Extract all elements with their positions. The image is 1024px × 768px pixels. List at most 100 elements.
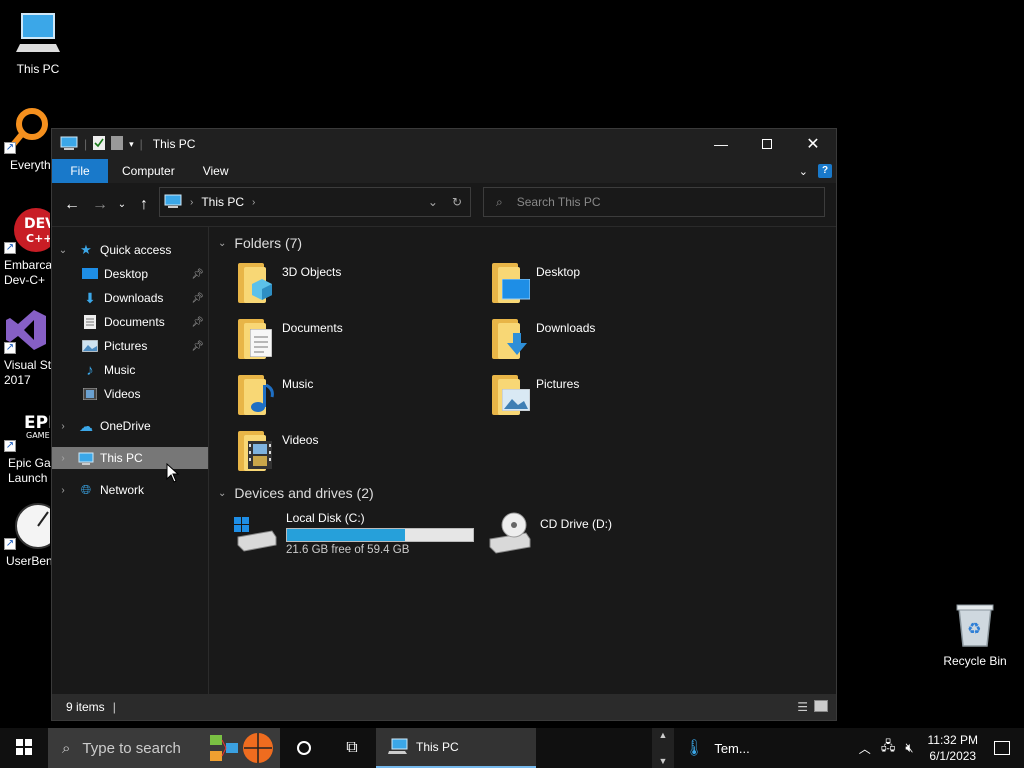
folder-music[interactable]: Music	[236, 373, 476, 423]
desktop-icon-epic-games[interactable]: EPICGAMES ↗ Epic Gar Launch	[0, 404, 52, 486]
cortana-button[interactable]	[280, 728, 328, 768]
nav-desktop[interactable]: Desktop 📌︎	[52, 263, 208, 285]
desktop-icon-label: Epic Gar Launch	[8, 456, 52, 485]
large-icons-view-icon[interactable]	[814, 700, 828, 712]
maximize-button[interactable]	[744, 129, 790, 159]
status-bar: 9 items | ☰	[52, 694, 836, 720]
breadcrumb-separator-icon[interactable]: ›	[252, 197, 255, 208]
desktop-icon-label: Recycle Bin	[943, 654, 1007, 668]
scroll-down-icon[interactable]: ▼	[659, 756, 668, 766]
nav-label: Pictures	[104, 339, 148, 353]
help-icon[interactable]: ?	[818, 164, 832, 178]
recent-locations-button[interactable]: ⌄	[114, 199, 130, 210]
maximize-icon	[762, 139, 772, 149]
drive-d[interactable]: CD Drive (D:)	[486, 511, 612, 563]
search-box[interactable]: ⌕ Search This PC	[483, 187, 825, 217]
nav-onedrive[interactable]: › ☁ OneDrive	[52, 415, 208, 437]
nav-label: Documents	[104, 315, 165, 329]
desktop-icon-recycle-bin[interactable]: ♻ Recycle Bin	[937, 602, 1013, 669]
folders-group-header[interactable]: ⌄ Folders (7)	[218, 235, 302, 251]
folder-documents[interactable]: Documents	[236, 317, 476, 367]
title-bar[interactable]: | ▾ | This PC — ✕	[52, 129, 836, 159]
desktop-icon-dev-cpp[interactable]: DEVC++ ↗ Embarca Dev-C+	[0, 206, 52, 288]
refresh-icon[interactable]: ↻	[452, 195, 462, 209]
collapsed-chevron-icon[interactable]: ›	[56, 453, 70, 464]
drive-name: CD Drive (D:)	[540, 517, 612, 531]
forward-button[interactable]: →	[86, 196, 114, 214]
nav-quick-access[interactable]: ⌄ ★ Quick access	[52, 239, 208, 261]
address-history-chevron-icon[interactable]: ⌄	[428, 195, 438, 209]
task-view-button[interactable]: ⧉	[328, 728, 376, 768]
notification-center-button[interactable]	[988, 741, 1016, 755]
visual-studio-icon: ↗	[2, 306, 50, 354]
network-icon[interactable]: 🖧︎	[881, 737, 896, 759]
videos-folder-icon	[236, 429, 276, 473]
nav-network[interactable]: › 🌐︎ Network	[52, 479, 208, 501]
desktop-icon-label: UserBenc	[6, 554, 52, 568]
nav-documents[interactable]: Documents 📌︎	[52, 311, 208, 333]
taskbar-scroll[interactable]: ▲ ▼	[652, 728, 674, 768]
nav-this-pc[interactable]: › This PC	[52, 447, 208, 469]
taskbar-search-box[interactable]: ⌕ Type to search	[48, 728, 280, 768]
expand-ribbon-chevron-icon[interactable]: ⌄	[799, 165, 808, 178]
drives-group-header[interactable]: ⌄ Devices and drives (2)	[218, 485, 374, 501]
desktop-icon-visual-studio[interactable]: ↗ Visual Stu 2017	[0, 306, 52, 388]
pin-icon[interactable]: 📌︎	[191, 293, 204, 304]
nav-videos[interactable]: Videos	[52, 383, 208, 405]
desktop-icon-this-pc[interactable]: This PC	[0, 10, 76, 77]
breadcrumb-separator-icon[interactable]: ›	[190, 197, 193, 208]
tab-file[interactable]: File	[52, 159, 108, 183]
collapsed-chevron-icon[interactable]: ›	[56, 485, 70, 496]
close-icon: ✕	[806, 136, 820, 153]
drive-name: Local Disk (C:)	[286, 511, 365, 525]
music-folder-icon	[236, 373, 276, 417]
weather-widget[interactable]: 🌡︎ Tem...	[684, 738, 750, 758]
properties-icon[interactable]	[93, 135, 106, 153]
nav-pictures[interactable]: Pictures 📌︎	[52, 335, 208, 357]
group-label: Folders (7)	[234, 235, 303, 251]
folder-desktop[interactable]: Desktop	[490, 261, 730, 311]
address-bar[interactable]: › This PC › ⌄ ↻	[159, 187, 471, 217]
close-button[interactable]: ✕	[790, 129, 836, 159]
pin-icon[interactable]: 📌︎	[191, 341, 204, 352]
back-button[interactable]: ←	[58, 196, 86, 214]
nav-label: Videos	[104, 387, 141, 401]
folder-label: 3D Objects	[282, 265, 342, 279]
expanded-chevron-icon[interactable]: ⌄	[56, 245, 70, 256]
taskbar-app-this-pc[interactable]: This PC	[376, 728, 536, 768]
breadcrumb-this-pc[interactable]: This PC	[201, 195, 244, 209]
desktop-folder-icon	[490, 261, 530, 305]
show-hidden-icons-chevron-icon[interactable]: ︿	[859, 740, 871, 757]
tab-view[interactable]: View	[189, 159, 243, 183]
new-folder-icon[interactable]	[111, 135, 124, 153]
folder-downloads[interactable]: Downloads	[490, 317, 730, 367]
search-highlight-icon[interactable]	[208, 731, 280, 765]
collapsed-chevron-icon[interactable]: ›	[56, 421, 70, 432]
volume-muted-icon[interactable]: 🔇︎	[905, 740, 913, 756]
download-arrow-icon: ⬇	[84, 289, 96, 306]
minimize-button[interactable]: —	[698, 129, 744, 159]
desktop-folder-icon	[82, 267, 98, 281]
nav-downloads[interactable]: ⬇ Downloads 📌︎	[52, 287, 208, 309]
scroll-up-icon[interactable]: ▲	[659, 730, 668, 740]
desktop-icon-userbenchmark[interactable]: ↗ UserBenc	[0, 502, 52, 569]
clock[interactable]: 11:32 PM 6/1/2023	[928, 732, 978, 764]
pin-icon[interactable]: 📌︎	[191, 317, 204, 328]
pin-icon[interactable]: 📌︎	[191, 269, 204, 280]
drive-c[interactable]: Local Disk (C:) 21.6 GB free of 59.4 GB	[232, 511, 474, 563]
customize-qa-chevron-icon[interactable]: ▾	[129, 139, 134, 150]
search-placeholder: Search This PC	[516, 195, 601, 209]
folder-pictures[interactable]: Pictures	[490, 373, 730, 423]
chevron-down-icon: ⌄	[117, 199, 127, 210]
music-note-icon: ♪	[86, 361, 94, 379]
folder-videos[interactable]: Videos	[236, 429, 476, 479]
computer-icon	[78, 451, 94, 465]
desktop-icon-everything[interactable]: ↗ Everyth	[0, 106, 52, 173]
folder-3d-objects[interactable]: 3D Objects	[236, 261, 476, 311]
up-button[interactable]: ↑	[130, 196, 158, 214]
tab-computer[interactable]: Computer	[108, 159, 189, 183]
nav-music[interactable]: ♪ Music	[52, 359, 208, 381]
quick-access-toolbar: | ▾ |	[52, 135, 143, 153]
start-button[interactable]	[0, 728, 48, 768]
details-view-icon[interactable]: ☰	[797, 700, 808, 714]
